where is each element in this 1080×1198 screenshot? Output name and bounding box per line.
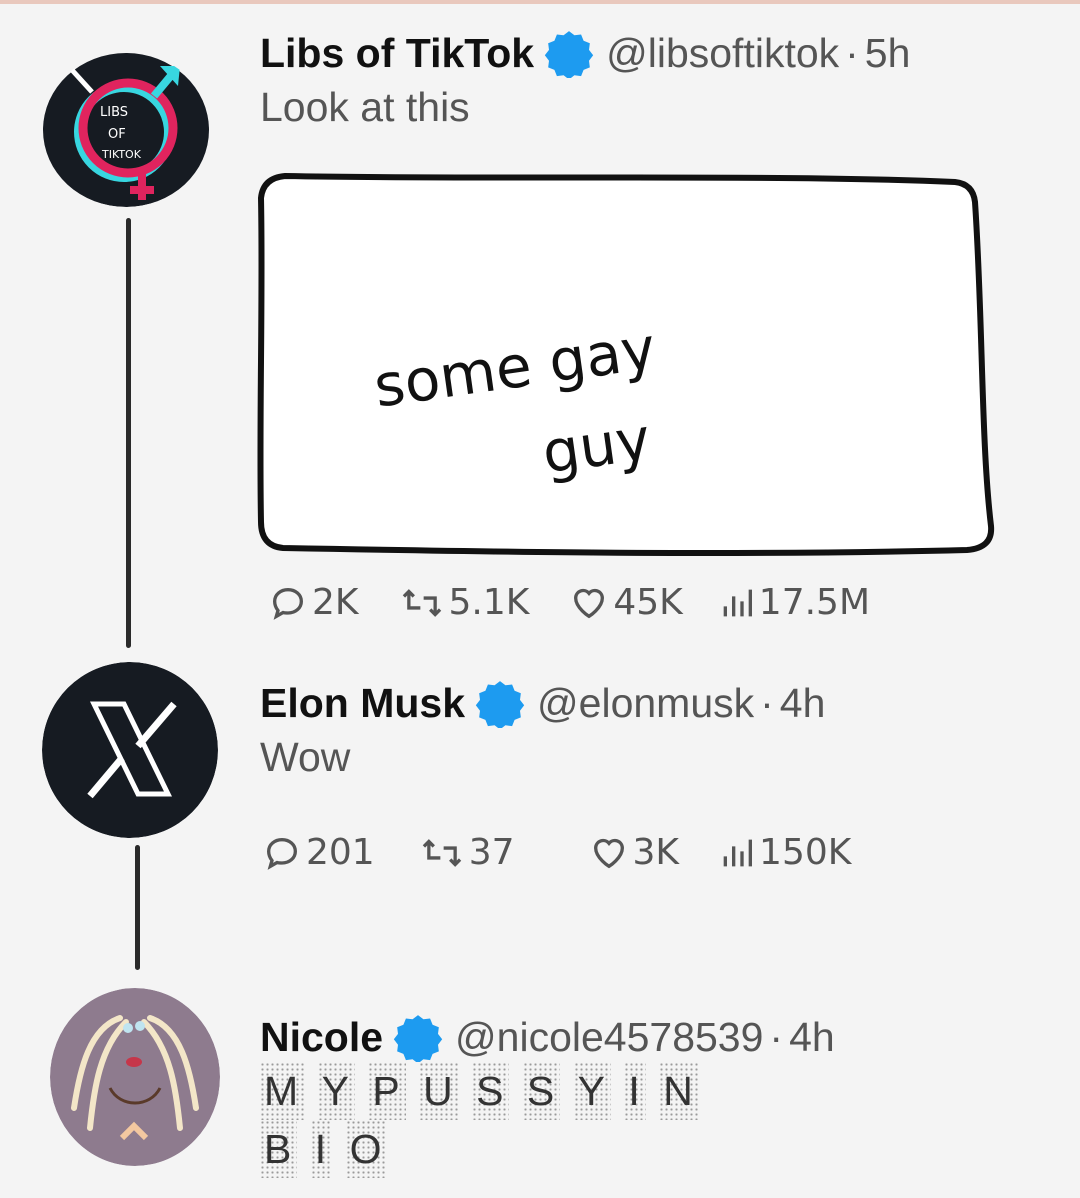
tweet-text: Wow bbox=[260, 734, 351, 780]
drawn-face-avatar-icon bbox=[50, 988, 220, 1166]
like-count: 3K bbox=[632, 832, 680, 873]
timestamp[interactable]: 5h bbox=[865, 30, 911, 77]
display-name[interactable]: Libs of TikTok bbox=[260, 30, 534, 77]
char-block: Y bbox=[317, 1062, 355, 1120]
timestamp[interactable]: 4h bbox=[780, 680, 826, 727]
retweet-icon bbox=[402, 588, 441, 617]
retweet-count: 5.1K bbox=[448, 582, 530, 623]
heart-icon bbox=[593, 838, 624, 868]
char-block: P bbox=[368, 1062, 406, 1120]
svg-text:OF: OF bbox=[108, 127, 126, 142]
char-block: Y bbox=[573, 1062, 611, 1120]
retweet-count: 37 bbox=[468, 832, 515, 873]
libs-of-tiktok-logo-icon: LIBS OF TIKTOK bbox=[43, 53, 209, 207]
avatar-nicole[interactable] bbox=[50, 988, 220, 1166]
tweet-elonmusk[interactable]: Elon Musk @elonmusk · 4h Wow bbox=[260, 678, 825, 781]
hand-drawn-image: some gay guy bbox=[257, 172, 995, 557]
tweet-header: Elon Musk @elonmusk · 4h bbox=[260, 678, 825, 728]
like-button[interactable]: 3K bbox=[589, 832, 680, 873]
char-block: N bbox=[659, 1062, 699, 1120]
verified-badge-icon bbox=[393, 1015, 443, 1062]
tweet-libsoftiktok[interactable]: Libs of TikTok @libsoftiktok · 5h Look a… bbox=[260, 28, 910, 131]
tweet-header: Nicole @nicole4578539 · 4h bbox=[260, 1012, 835, 1062]
char-block: S bbox=[522, 1062, 561, 1120]
tweet-actions: 201 37 3K 150K bbox=[262, 832, 851, 873]
reply-icon bbox=[272, 587, 304, 620]
like-count: 45K bbox=[613, 582, 683, 623]
char-block: I bbox=[310, 1120, 333, 1178]
avatar-elonmusk[interactable] bbox=[42, 662, 218, 838]
svg-text:TIKTOK: TIKTOK bbox=[101, 148, 142, 161]
char-block: I bbox=[624, 1062, 646, 1120]
views-button[interactable]: 17.5M bbox=[719, 582, 870, 623]
user-handle[interactable]: @elonmusk bbox=[537, 680, 754, 727]
tweet-text-line-2: B I O bbox=[260, 1120, 835, 1178]
svg-text:LIBS: LIBS bbox=[100, 105, 128, 120]
retweet-button[interactable]: 37 bbox=[419, 832, 515, 873]
heart-icon bbox=[574, 588, 605, 618]
views-icon bbox=[723, 589, 752, 616]
reply-count: 2K bbox=[312, 582, 359, 623]
views-icon bbox=[723, 839, 753, 866]
reply-icon bbox=[266, 837, 298, 870]
verified-badge-icon bbox=[475, 681, 525, 728]
top-border bbox=[0, 0, 1080, 4]
avatar-libsoftiktok[interactable]: LIBS OF TIKTOK bbox=[42, 52, 210, 207]
char-block: B bbox=[260, 1120, 298, 1178]
char-block: U bbox=[419, 1062, 459, 1120]
separator-dot: · bbox=[760, 679, 774, 726]
tweet-text-line-1: M Y P U S S Y I N bbox=[260, 1062, 835, 1120]
verified-badge-icon bbox=[544, 31, 594, 78]
tweet-nicole[interactable]: Nicole @nicole4578539 · 4h M Y P U S S Y… bbox=[260, 1012, 835, 1178]
like-button[interactable]: 45K bbox=[569, 582, 683, 623]
user-handle[interactable]: @nicole4578539 bbox=[455, 1014, 763, 1061]
display-name[interactable]: Elon Musk bbox=[260, 680, 465, 727]
view-count: 150K bbox=[759, 832, 852, 873]
separator-dot: · bbox=[845, 29, 859, 76]
separator-dot: · bbox=[769, 1013, 784, 1060]
retweet-icon bbox=[422, 838, 461, 867]
reply-button[interactable]: 201 bbox=[262, 832, 375, 873]
tweet-header: Libs of TikTok @libsoftiktok · 5h bbox=[260, 28, 910, 78]
user-handle[interactable]: @libsoftiktok bbox=[606, 30, 839, 77]
timestamp[interactable]: 4h bbox=[789, 1014, 835, 1061]
tweet-media[interactable]: some gay guy bbox=[255, 172, 997, 558]
retweet-button[interactable]: 5.1K bbox=[399, 582, 530, 623]
char-block: O bbox=[345, 1120, 388, 1178]
reply-button[interactable]: 2K bbox=[268, 582, 359, 623]
tweet-actions: 2K 5.1K 45K 17.5M bbox=[268, 582, 870, 623]
char-block: S bbox=[472, 1062, 510, 1120]
x-logo-icon bbox=[42, 662, 218, 838]
thread-connector bbox=[135, 845, 140, 970]
thread-connector bbox=[126, 218, 131, 648]
views-button[interactable]: 150K bbox=[719, 832, 851, 873]
char-block: M bbox=[260, 1062, 305, 1120]
reply-count: 201 bbox=[306, 832, 375, 873]
tweet-text: Look at this bbox=[260, 84, 470, 130]
display-name[interactable]: Nicole bbox=[260, 1014, 383, 1061]
view-count: 17.5M bbox=[758, 582, 871, 623]
